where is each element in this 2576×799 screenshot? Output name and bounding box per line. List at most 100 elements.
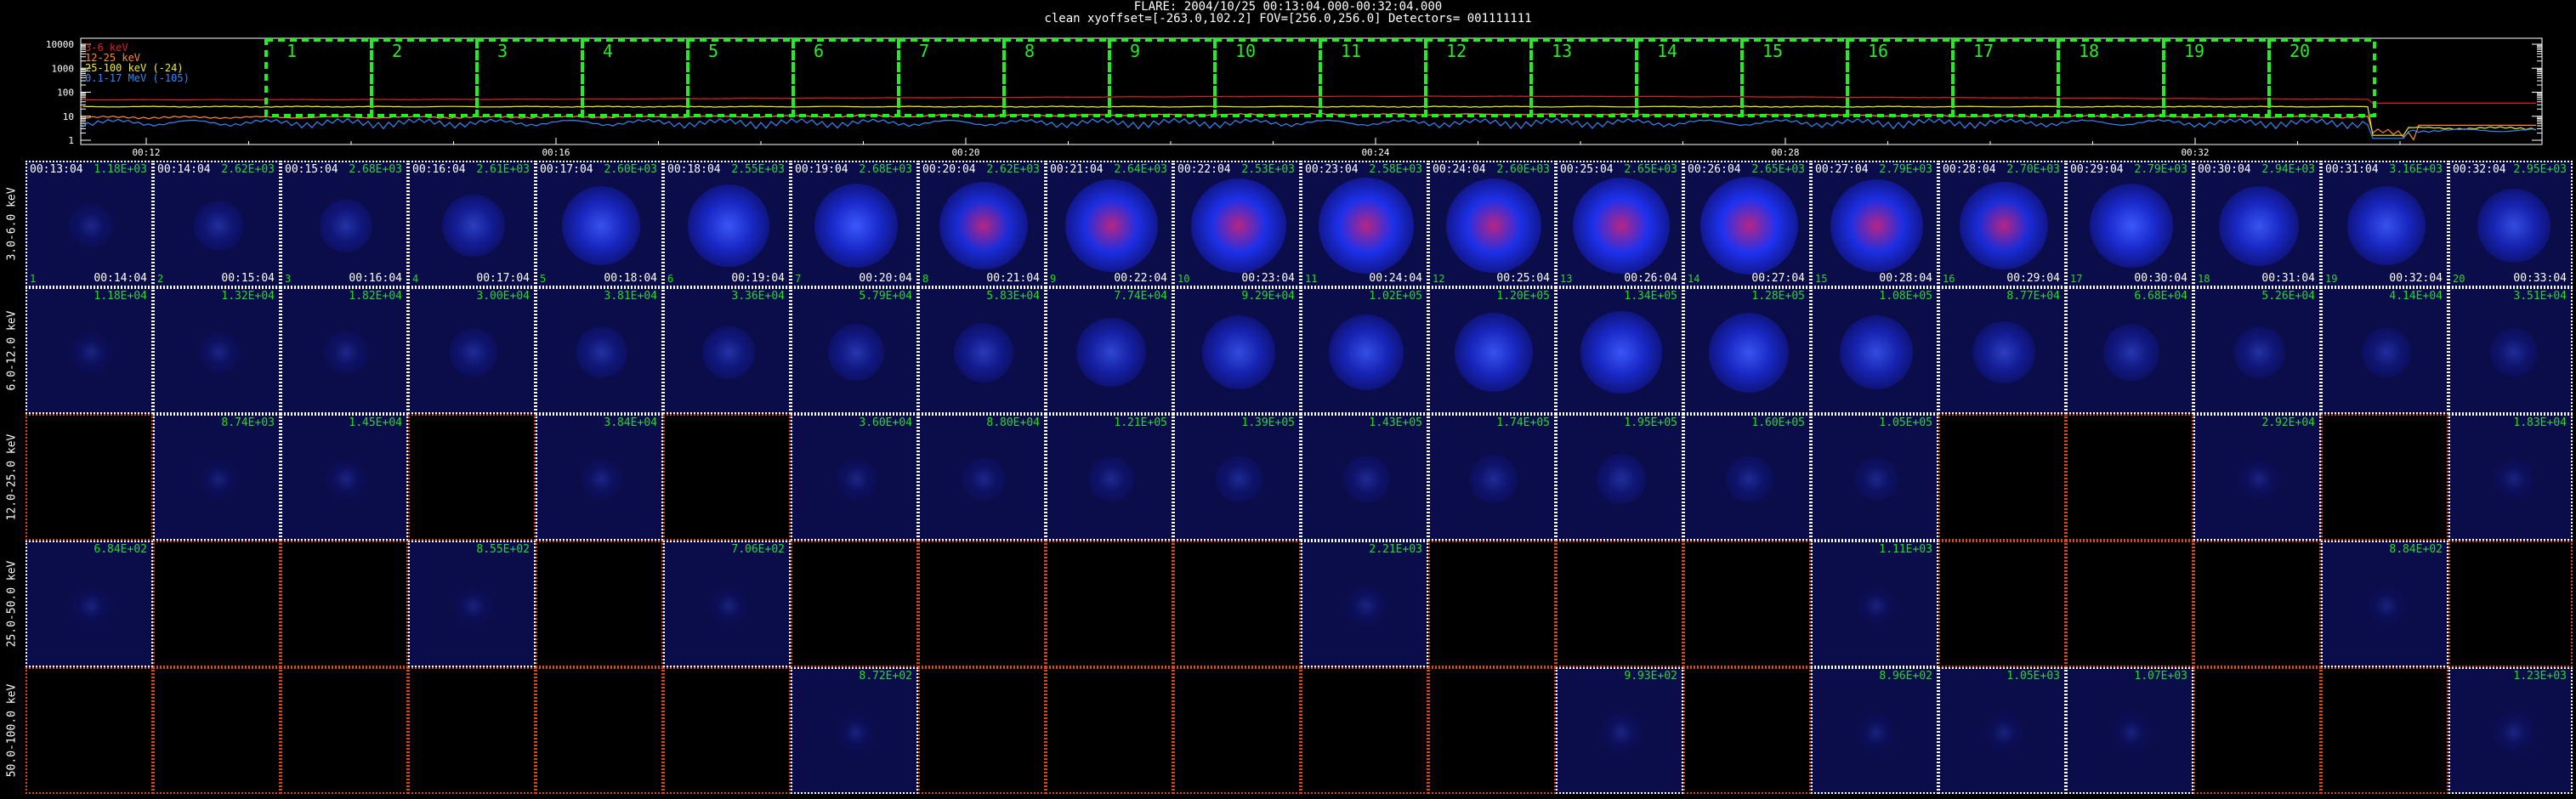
end-time: 00:29:04: [2006, 272, 2060, 285]
source-blob: [449, 328, 498, 377]
interval-box: [686, 38, 795, 117]
end-time: 00:20:04: [859, 272, 912, 285]
source-blob: [197, 332, 240, 373]
interval-number: 11: [1341, 41, 1361, 61]
peak-flux-value: 8.96E+02: [1879, 670, 1932, 683]
end-time: 00:21:04: [986, 272, 1040, 285]
image-cell: 00:16:04 00:17:04 4 2.61E+03: [408, 161, 536, 287]
image-cell: 8.74E+03: [153, 414, 281, 541]
image-cell: 1.11E+03: [1811, 541, 1938, 667]
image-cell: 00:23:04 00:24:04 11 2.58E+03: [1301, 161, 1428, 287]
source-blob: [2367, 586, 2406, 626]
image-cell: [1046, 667, 1173, 794]
peak-flux-value: 2.68E+03: [859, 163, 912, 176]
peak-flux-value: 1.34E+05: [1624, 290, 1677, 303]
start-time: 00:19:04: [795, 163, 848, 176]
image-cell: [1428, 541, 1556, 667]
peak-flux-value: 2.62E+03: [986, 163, 1040, 176]
image-cell: [663, 667, 791, 794]
source-blob: [709, 586, 748, 626]
interval-number: 15: [1762, 41, 1783, 61]
image-cell: 8.84E+02: [2321, 541, 2448, 667]
interval-number: 18: [2079, 41, 2099, 61]
image-cell: 1.74E+05: [1428, 414, 1556, 541]
source-blob: [1318, 178, 1415, 274]
source-blob: [1454, 313, 1534, 392]
image-cell: [1683, 541, 1811, 667]
start-time: 00:28:04: [1943, 163, 1996, 176]
source-blob: [1857, 712, 1896, 752]
interval-index: 18: [2198, 273, 2210, 285]
start-time: 00:26:04: [1688, 163, 1741, 176]
peak-flux-value: 1.08E+05: [1879, 290, 1932, 303]
image-cell: [26, 414, 153, 541]
interval-box: [1529, 38, 1638, 117]
source-blob: [1725, 456, 1773, 502]
start-time: 00:21:04: [1050, 163, 1104, 176]
source-blob: [701, 326, 756, 379]
y-tick-label: 10: [63, 111, 74, 122]
image-cell: 9.93E+02: [1556, 667, 1683, 794]
source-blob: [2494, 711, 2534, 753]
end-time: 00:23:04: [1241, 272, 1295, 285]
source-blob: [442, 194, 505, 258]
image-cell: 1.45E+04: [281, 414, 408, 541]
y-tick-label: 100: [57, 88, 74, 99]
interval-index: 3: [285, 273, 292, 285]
image-cell: [2321, 667, 2448, 794]
image-cell: 8.72E+02: [791, 667, 918, 794]
start-time: 00:25:04: [1560, 163, 1614, 176]
image-cell: 00:29:04 00:30:04 17 2.79E+03: [2066, 161, 2193, 287]
peak-flux-value: 9.93E+02: [1624, 670, 1677, 683]
peak-flux-value: 2.62E+03: [221, 163, 275, 176]
peak-flux-value: 1.23E+03: [2513, 670, 2567, 683]
image-cell: 1.83E+04: [2448, 414, 2573, 541]
source-blob: [2494, 458, 2534, 500]
peak-flux-value: 3.51E+04: [2513, 290, 2567, 303]
image-cell: [281, 541, 408, 667]
peak-flux-value: 1.05E+03: [2006, 670, 2060, 683]
image-cell: [918, 541, 1046, 667]
interval-index: 16: [1943, 273, 1955, 285]
peak-flux-value: 8.55E+02: [476, 543, 530, 556]
interval-number: 5: [708, 41, 718, 61]
image-cell: 5.83E+04: [918, 287, 1046, 414]
image-cell: 00:25:04 00:26:04 13 2.65E+03: [1556, 161, 1683, 287]
source-blob: [1201, 315, 1276, 389]
energy-band-label: 6.0-12.0 keV: [3, 287, 20, 414]
peak-flux-value: 2.70E+03: [2006, 163, 2060, 176]
x-tick-label: 00:16: [542, 147, 570, 158]
x-tick-label: 00:12: [132, 147, 160, 158]
image-cell: [1301, 667, 1428, 794]
image-cell: [1046, 541, 1173, 667]
peak-flux-value: 1.28E+05: [1751, 290, 1805, 303]
peak-flux-value: 3.60E+04: [859, 416, 912, 429]
image-cell: [26, 667, 153, 794]
source-blob: [1346, 585, 1387, 626]
image-cell: [1428, 667, 1556, 794]
interval-box: [2162, 38, 2271, 117]
image-cell: 2.21E+03: [1301, 541, 1428, 667]
interval-index: 20: [2453, 273, 2465, 285]
peak-flux-value: 1.95E+05: [1624, 416, 1677, 429]
peak-flux-value: 2.55E+03: [731, 163, 785, 176]
image-cell: 1.95E+05: [1556, 414, 1683, 541]
peak-flux-value: 2.65E+03: [1624, 163, 1677, 176]
interval-number: 10: [1235, 41, 1256, 61]
source-blob: [939, 181, 1028, 270]
image-cell: 00:15:04 00:16:04 3 2.68E+03: [281, 161, 408, 287]
start-time: 00:31:04: [2325, 163, 2379, 176]
end-time: 00:25:04: [1496, 272, 1550, 285]
peak-flux-value: 3.81E+04: [604, 290, 657, 303]
image-cell: 2.92E+04: [2193, 414, 2321, 541]
end-time: 00:22:04: [1114, 272, 1167, 285]
image-cell: [791, 541, 918, 667]
peak-flux-value: 2.68E+03: [349, 163, 402, 176]
source-blob: [1446, 178, 1541, 274]
energy-band-text: 6.0-12.0 keV: [5, 310, 19, 391]
peak-flux-value: 5.26E+04: [2261, 290, 2315, 303]
interval-number: 4: [603, 41, 613, 61]
interval-index: 5: [540, 273, 547, 285]
peak-flux-value: 2.64E+03: [1114, 163, 1167, 176]
image-cell: [2448, 541, 2573, 667]
